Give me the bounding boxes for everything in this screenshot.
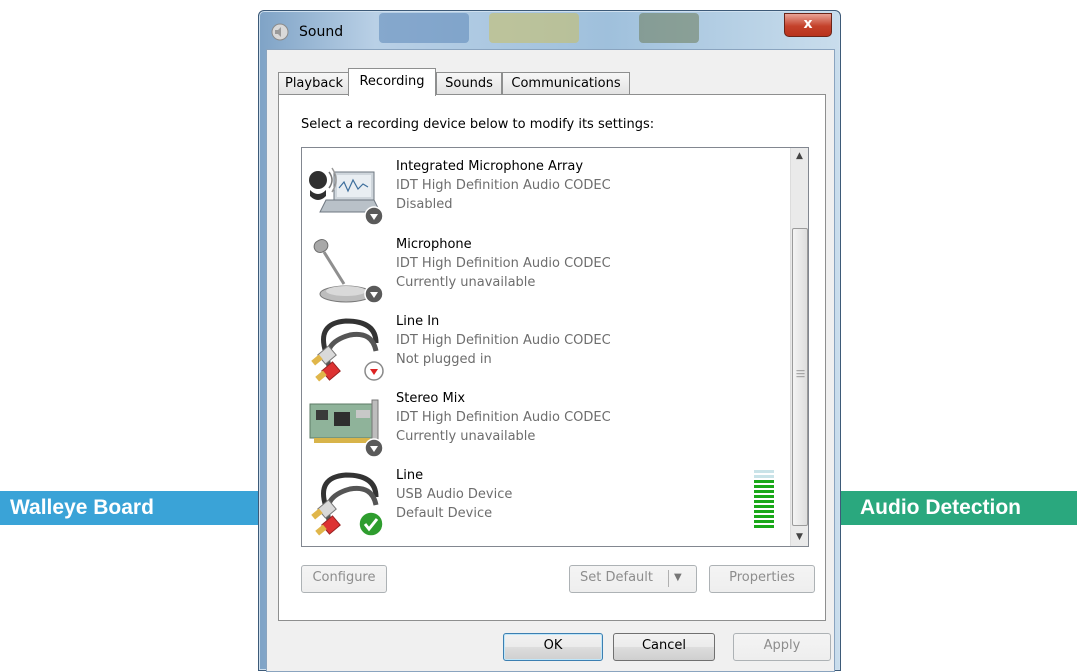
level-meter-segment: [754, 470, 774, 473]
device-item-line[interactable]: Line USB Audio Device Default Device: [302, 463, 786, 539]
set-default-button[interactable]: Set Default ▼: [569, 565, 697, 593]
tab-communications[interactable]: Communications: [502, 72, 630, 94]
device-status: Currently unavailable: [396, 275, 536, 290]
level-meter-segment: [754, 500, 774, 503]
device-name: Integrated Microphone Array: [396, 159, 584, 174]
configure-label: Configure: [312, 570, 376, 585]
level-meter-segment: [754, 525, 774, 528]
window-title: Sound: [299, 24, 344, 40]
level-meter-segment: [754, 475, 774, 478]
level-meter-segment: [754, 480, 774, 483]
cancel-button[interactable]: Cancel: [613, 633, 715, 661]
down-arrow-badge-icon: [364, 206, 384, 226]
set-default-label: Set Default: [580, 570, 653, 585]
device-name: Line: [396, 468, 424, 483]
device-description: IDT High Definition Audio CODEC: [396, 333, 611, 348]
chevron-down-icon[interactable]: ▼: [674, 566, 682, 590]
level-meter-segment: [754, 520, 774, 523]
level-meter-segment: [754, 495, 774, 498]
level-meter-segment: [754, 510, 774, 513]
tab-recording[interactable]: Recording: [348, 68, 436, 96]
walleye-board-label: Walleye Board: [10, 496, 154, 519]
device-description: USB Audio Device: [396, 487, 513, 502]
tab-sounds[interactable]: Sounds: [436, 72, 502, 94]
device-item-microphone[interactable]: Microphone IDT High Definition Audio COD…: [302, 232, 786, 308]
ok-label: OK: [543, 638, 563, 653]
recording-tab-panel: Select a recording device below to modif…: [278, 94, 826, 621]
down-arrow-badge-icon: [364, 438, 384, 458]
level-meter-segment: [754, 505, 774, 508]
configure-button[interactable]: Configure: [301, 565, 387, 593]
device-status: Currently unavailable: [396, 429, 536, 444]
speaker-icon: [271, 23, 289, 41]
split-button-separator: [668, 570, 669, 587]
device-status: Not plugged in: [396, 352, 492, 367]
level-meter-segment: [754, 485, 774, 488]
green-check-badge-icon: [358, 511, 384, 537]
level-meter-segment: [754, 490, 774, 493]
ok-button[interactable]: OK: [503, 633, 603, 661]
red-down-arrow-badge-icon: [364, 361, 384, 381]
device-name: Line In: [396, 314, 440, 329]
scroll-down-arrow-icon[interactable]: ▼: [791, 529, 808, 546]
apply-label: Apply: [763, 638, 801, 653]
recording-device-list[interactable]: Integrated Microphone Array IDT High Def…: [301, 147, 809, 547]
apply-button[interactable]: Apply: [733, 633, 831, 661]
device-name: Microphone: [396, 237, 472, 252]
close-button[interactable]: x: [784, 13, 832, 37]
device-item-integrated-microphone-array[interactable]: Integrated Microphone Array IDT High Def…: [302, 154, 786, 230]
audio-level-meter: [754, 470, 774, 530]
down-arrow-badge-icon: [364, 284, 384, 304]
device-description: IDT High Definition Audio CODEC: [396, 256, 611, 271]
device-status: Default Device: [396, 506, 493, 521]
scrollbar-grip-icon: — — —: [796, 366, 805, 382]
scroll-up-arrow-icon[interactable]: ▲: [791, 148, 808, 165]
audio-detection-label: Audio Detection: [860, 496, 1021, 519]
properties-label: Properties: [729, 570, 795, 585]
tab-playback[interactable]: Playback: [278, 72, 350, 94]
device-name: Stereo Mix: [396, 391, 466, 406]
walleye-board-callout: Walleye Board: [0, 491, 298, 525]
close-icon: x: [803, 16, 813, 32]
scrollbar-thumb[interactable]: — — —: [792, 228, 808, 526]
device-status: Disabled: [396, 197, 453, 212]
properties-button[interactable]: Properties: [709, 565, 815, 593]
device-item-stereo-mix[interactable]: Stereo Mix IDT High Definition Audio COD…: [302, 386, 786, 462]
sound-dialog: Sound x Playback Recording Sounds Commun…: [258, 10, 841, 672]
title-bar: Sound x: [259, 11, 840, 49]
device-description: IDT High Definition Audio CODEC: [396, 178, 611, 193]
cancel-label: Cancel: [641, 638, 687, 653]
dialog-client-area: Playback Recording Sounds Communications…: [266, 49, 835, 672]
device-item-line-in[interactable]: Line In IDT High Definition Audio CODEC …: [302, 309, 786, 385]
list-scrollbar[interactable]: ▲ — — — ▼: [790, 148, 808, 546]
device-description: IDT High Definition Audio CODEC: [396, 410, 611, 425]
instruction-text: Select a recording device below to modif…: [301, 117, 655, 132]
level-meter-segment: [754, 515, 774, 518]
